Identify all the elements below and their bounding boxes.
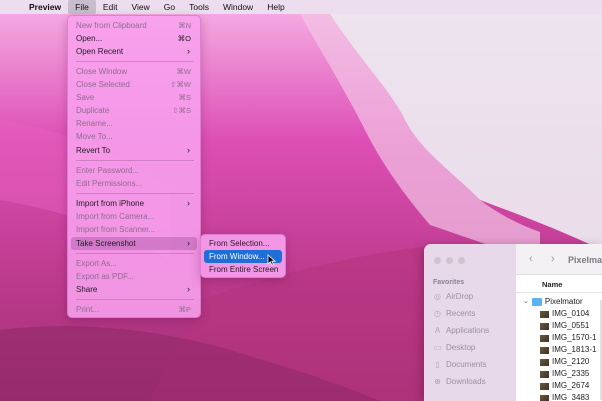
menu-item-edit-permissions[interactable]: Edit Permissions... (71, 177, 197, 190)
applications-icon: A (434, 326, 441, 335)
menu-item-new-from-clipboard[interactable]: New from Clipboard ⌘N (71, 19, 197, 32)
menu-item-print[interactable]: Print... ⌘P (71, 303, 197, 316)
menu-separator (76, 299, 194, 300)
disclosure-triangle-icon[interactable]: ⌄ (523, 296, 529, 308)
folder-icon (531, 298, 542, 306)
sidebar-item-airdrop[interactable]: ◎ AirDrop (433, 292, 473, 301)
file-row[interactable]: IMG_0104 (540, 308, 589, 320)
sidebar-item-downloads[interactable]: ⊕ Downloads (433, 377, 485, 386)
file-row[interactable]: IMG_0551 (540, 320, 589, 332)
menu-item-close-window[interactable]: Close Window ⌘W (71, 65, 197, 78)
window-title: Pixelmator (568, 255, 602, 265)
menu-item-import-from-scanner[interactable]: Import from Scanner... (71, 223, 197, 236)
menu-file[interactable]: File (68, 0, 96, 14)
image-thumbnail-icon (540, 382, 549, 390)
file-row[interactable]: IMG_1813-1 (540, 344, 596, 356)
menu-item-move-to[interactable]: Move To... (71, 130, 197, 143)
menu-edit[interactable]: Edit (96, 0, 125, 14)
back-arrow-icon[interactable]: ‹ (529, 253, 533, 265)
sidebar-item-documents[interactable]: ▯ Documents (433, 360, 486, 369)
menu-item-import-from-iphone[interactable]: Import from iPhone › (71, 197, 197, 210)
menu-item-save[interactable]: Save ⌘S (71, 91, 197, 104)
download-icon: ⊕ (434, 377, 441, 386)
file-row[interactable]: IMG_3483 (540, 392, 589, 401)
forward-arrow-icon[interactable]: › (551, 253, 555, 265)
document-icon: ▯ (435, 360, 440, 369)
menu-separator (76, 193, 194, 194)
file-row[interactable]: IMG_2120 (540, 356, 589, 368)
chevron-right-icon: › (187, 198, 190, 208)
close-window-button[interactable] (434, 257, 441, 264)
file-menu-dropdown: New from Clipboard ⌘N Open... ⌘O Open Rece… (67, 15, 201, 318)
menu-item-duplicate[interactable]: Duplicate ⇧⌘S (71, 104, 197, 117)
file-row[interactable]: IMG_1570-1 (540, 332, 596, 344)
chevron-right-icon: › (187, 145, 190, 155)
chevron-right-icon: › (187, 284, 190, 294)
column-header-name[interactable]: Name (542, 280, 562, 289)
submenu-item-from-selection[interactable]: From Selection... (204, 237, 282, 250)
zoom-window-button[interactable] (458, 257, 465, 264)
menu-view[interactable]: View (125, 0, 157, 14)
menu-item-take-screenshot[interactable]: Take Screenshot › (71, 237, 197, 250)
finder-window: Favorites ◎ AirDrop ◷ Recents A Application… (424, 244, 602, 401)
menu-item-open-recent[interactable]: Open Recent › (71, 45, 197, 58)
desktop-icon: ▭ (433, 343, 442, 352)
image-thumbnail-icon (540, 334, 549, 342)
menu-item-open[interactable]: Open... ⌘O (71, 32, 197, 45)
finder-content: ‹ › Pixelmator Name ⌄Pixelmator IMG_0104… (516, 244, 602, 401)
folder-row[interactable]: ⌄ Pixelmator (523, 296, 583, 308)
menu-item-import-from-camera[interactable]: Import from Camera... (71, 210, 197, 223)
minimize-window-button[interactable] (446, 257, 453, 264)
menu-separator (76, 160, 194, 161)
menu-item-enter-password[interactable]: Enter Password... (71, 164, 197, 177)
image-thumbnail-icon (540, 358, 549, 366)
menu-help[interactable]: Help (260, 0, 291, 14)
menu-item-share[interactable]: Share › (71, 283, 197, 296)
menu-item-close-selected[interactable]: Close Selected ⇧⌘W (71, 78, 197, 91)
mouse-pointer-icon (267, 254, 276, 266)
airdrop-icon: ◎ (434, 292, 441, 301)
image-thumbnail-icon (540, 370, 549, 378)
clock-icon: ◷ (434, 309, 441, 318)
menu-item-rename[interactable]: Rename... (71, 117, 197, 130)
image-thumbnail-icon (540, 346, 549, 354)
menu-separator (76, 253, 194, 254)
menu-bar: Preview File Edit View Go Tools Window H… (0, 0, 602, 14)
menu-separator (76, 61, 194, 62)
header-divider (516, 292, 602, 293)
menu-item-export-as-pdf[interactable]: Export as PDF... (71, 270, 197, 283)
menu-tools[interactable]: Tools (182, 0, 216, 14)
menu-window[interactable]: Window (216, 0, 260, 14)
menu-item-export-as[interactable]: Export As... (71, 257, 197, 270)
image-thumbnail-icon (540, 322, 549, 330)
menu-preview[interactable]: Preview (22, 0, 68, 14)
menu-item-revert-to[interactable]: Revert To › (71, 144, 197, 157)
chevron-right-icon: › (187, 238, 190, 248)
file-row[interactable]: IMG_2674 (540, 380, 589, 392)
finder-toolbar: ‹ › Pixelmator (516, 244, 602, 275)
image-thumbnail-icon (540, 310, 549, 318)
image-thumbnail-icon (540, 394, 549, 401)
sidebar-heading-favorites: Favorites (433, 279, 465, 286)
chevron-right-icon: › (187, 46, 190, 56)
sidebar-item-applications[interactable]: A Applications (433, 326, 489, 335)
sidebar-item-recents[interactable]: ◷ Recents (433, 309, 475, 318)
menu-go[interactable]: Go (157, 0, 182, 14)
file-row[interactable]: IMG_2335 (540, 368, 589, 380)
sidebar-item-desktop[interactable]: ▭ Desktop (433, 343, 476, 352)
finder-sidebar: Favorites ◎ AirDrop ◷ Recents A Application… (424, 244, 516, 401)
